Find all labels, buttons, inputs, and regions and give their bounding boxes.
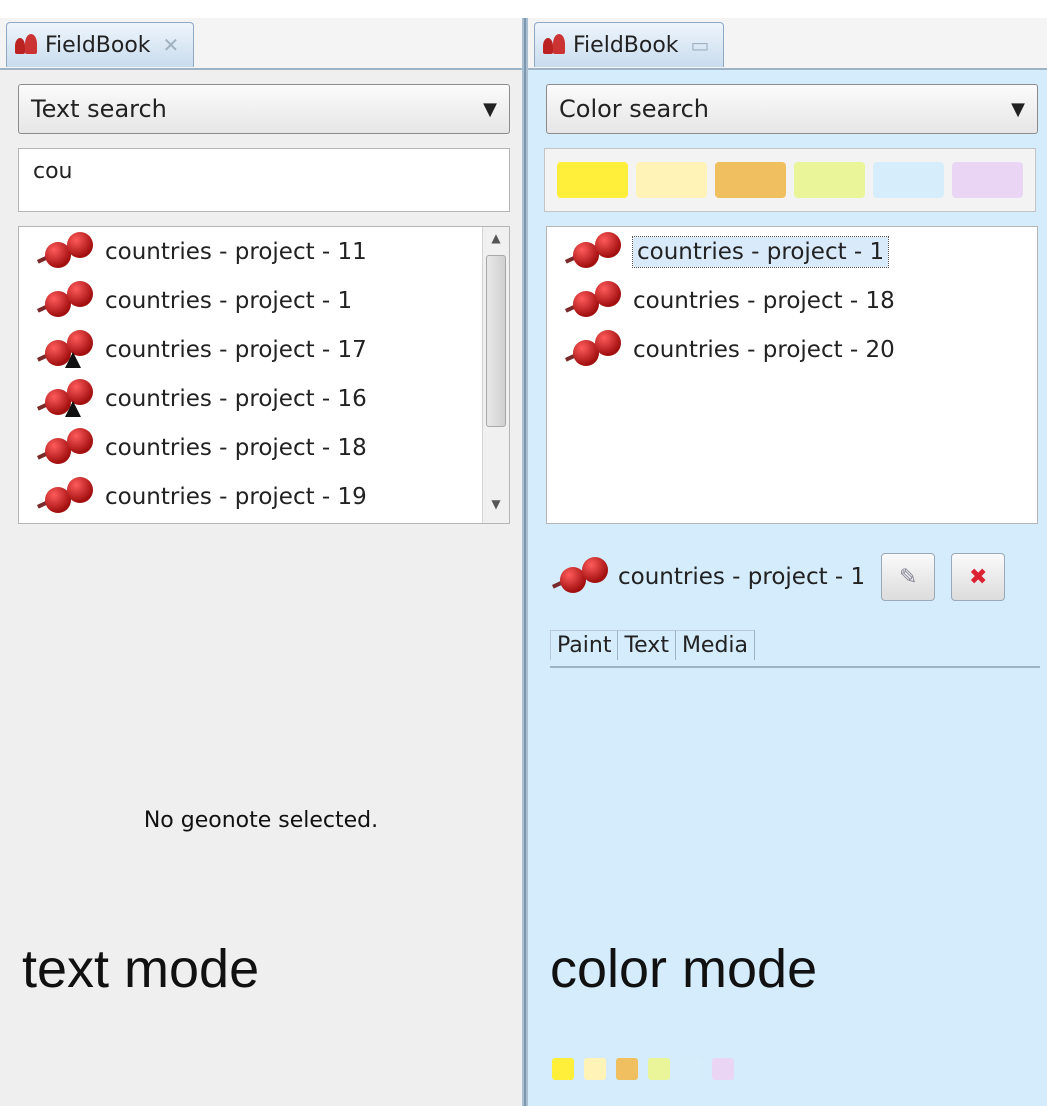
- list-item[interactable]: countries - project - 20: [547, 325, 1037, 374]
- color-swatch[interactable]: [952, 162, 1023, 198]
- empty-selection-message: No geonote selected.: [143, 808, 379, 833]
- tab-paint[interactable]: Paint: [550, 630, 619, 660]
- search-mode-label: Color search: [559, 95, 710, 123]
- edit-button[interactable]: ✎: [881, 553, 936, 601]
- list-item-label: countries - project - 16: [105, 385, 367, 412]
- mini-color-swatch: [616, 1058, 638, 1080]
- chevron-down-icon: ▼: [1011, 98, 1025, 120]
- list-item[interactable]: countries - project - 11: [19, 227, 509, 276]
- color-swatch[interactable]: [715, 162, 786, 198]
- color-swatch[interactable]: [794, 162, 865, 198]
- mini-color-swatch: [584, 1058, 606, 1080]
- fieldbook-icon: [541, 32, 567, 58]
- right-fieldbook-tab[interactable]: FieldBook ▭: [534, 22, 725, 67]
- list-item-label: countries - project - 11: [105, 238, 367, 265]
- list-item-label: countries - project - 17: [105, 336, 367, 363]
- geonote-pin-icon: [35, 231, 95, 272]
- color-swatch-bar: [544, 148, 1036, 212]
- list-item[interactable]: countries - project - 16: [19, 374, 509, 423]
- list-item-label: countries - project - 20: [633, 336, 895, 363]
- tab-media[interactable]: Media: [675, 630, 756, 660]
- left-fieldbook-tab[interactable]: FieldBook ✕: [6, 22, 195, 67]
- geonote-pin-icon: [550, 557, 610, 597]
- scroll-down-icon[interactable]: ▼: [483, 497, 509, 519]
- list-item[interactable]: countries - project - 19: [19, 472, 509, 521]
- detail-tabs-divider: [550, 666, 1040, 668]
- list-item[interactable]: countries - project - 1: [19, 276, 509, 325]
- window-top-strip: [0, 0, 1047, 18]
- color-swatch[interactable]: [873, 162, 944, 198]
- mini-color-swatch: [552, 1058, 574, 1080]
- geonote-detail-header: countries - project - 1 ✎ ✖: [550, 553, 1006, 601]
- search-input[interactable]: cou: [18, 148, 510, 212]
- geonote-detail-title: countries - project - 1: [618, 564, 866, 590]
- mini-color-swatch: [712, 1058, 734, 1080]
- tab-title: FieldBook: [45, 32, 151, 58]
- list-item[interactable]: countries - project - 17: [19, 325, 509, 374]
- list-scrollbar[interactable]: ▲ ▼: [482, 227, 509, 523]
- list-item-label: countries - project - 18: [105, 434, 367, 461]
- tab-title: FieldBook: [573, 32, 679, 58]
- geonote-pin-marker-icon: [35, 378, 95, 419]
- left-tab-bar: FieldBook ✕: [0, 18, 522, 70]
- right-tab-bar: FieldBook ▭: [528, 18, 1047, 70]
- search-mode-select[interactable]: Color search ▼: [546, 84, 1038, 134]
- list-item-label: countries - project - 18: [633, 287, 895, 314]
- fieldbook-icon: [13, 32, 39, 58]
- scroll-up-icon[interactable]: ▲: [483, 231, 509, 253]
- geonote-pin-icon: [35, 280, 95, 321]
- scroll-thumb[interactable]: [486, 255, 506, 427]
- detail-tabs: Paint Text Media: [550, 630, 756, 660]
- tab-text[interactable]: Text: [618, 630, 676, 660]
- mini-color-swatch: [680, 1058, 702, 1080]
- list-item-label: countries - project - 1: [631, 235, 890, 268]
- list-item[interactable]: countries - project - 18: [19, 423, 509, 472]
- geonote-list: countries - project - 1 countries - proje…: [546, 226, 1038, 524]
- geonote-pin-icon: [563, 329, 623, 370]
- mini-color-swatches: [552, 1058, 734, 1080]
- geonote-list: countries - project - 11 countries - proj…: [18, 226, 510, 524]
- delete-button[interactable]: ✖: [951, 553, 1006, 601]
- search-mode-select[interactable]: Text search ▼: [18, 84, 510, 134]
- geonote-pin-marker-icon: [35, 329, 95, 370]
- list-item[interactable]: countries - project - 18: [547, 276, 1037, 325]
- geonote-pin-icon: [563, 280, 623, 321]
- geonote-pin-icon: [563, 231, 623, 272]
- restore-icon[interactable]: ▭: [691, 33, 710, 57]
- mini-color-swatch: [648, 1058, 670, 1080]
- geonote-pin-icon: [35, 476, 95, 517]
- search-mode-label: Text search: [31, 95, 167, 123]
- mode-caption: color mode: [550, 939, 818, 999]
- mode-caption: text mode: [22, 939, 260, 999]
- chevron-down-icon: ▼: [483, 98, 497, 120]
- list-item-label: countries - project - 1: [105, 287, 353, 314]
- right-fieldbook-panel: FieldBook ▭ Color search ▼ countries - p…: [528, 18, 1047, 1106]
- left-fieldbook-panel: FieldBook ✕ Text search ▼ cou countries …: [0, 18, 522, 1106]
- geonote-pin-icon: [35, 427, 95, 468]
- color-swatch[interactable]: [636, 162, 707, 198]
- color-swatch[interactable]: [557, 162, 628, 198]
- list-item-label: countries - project - 19: [105, 483, 367, 510]
- list-item[interactable]: countries - project - 1: [547, 227, 1037, 276]
- close-icon[interactable]: ✕: [163, 33, 180, 57]
